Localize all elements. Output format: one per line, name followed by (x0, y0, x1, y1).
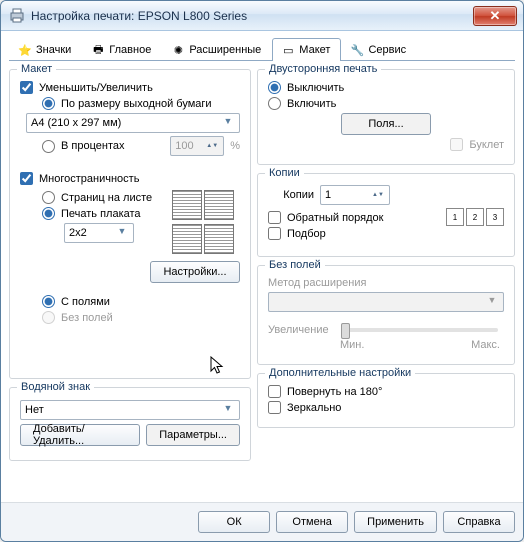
watermark-params-button: Параметры... (146, 424, 240, 446)
group-copies-legend: Копии (265, 167, 304, 179)
cancel-button[interactable]: Отмена (276, 511, 348, 533)
duplex-off-label: Выключить (287, 82, 344, 94)
enlargement-label: Увеличение (268, 324, 329, 336)
collate-checkbox[interactable] (268, 227, 281, 240)
expansion-method-select: ▼ (268, 292, 504, 312)
poster-radio[interactable] (42, 207, 55, 220)
enlargement-slider (341, 328, 498, 332)
pages-per-sheet-radio[interactable] (42, 191, 55, 204)
group-more: Дополнительные настройки Повернуть на 18… (257, 373, 515, 428)
reduce-enlarge-label: Уменьшить/Увеличить (39, 82, 153, 94)
by-output-label: По размеру выходной бумаги (61, 98, 212, 110)
duplex-on-label: Включить (287, 98, 336, 110)
spinner-arrows-icon: ▲▼ (371, 192, 385, 198)
max-label: Макс. (471, 339, 500, 351)
by-percent-label: В процентах (61, 140, 125, 152)
duplex-margins-button: Поля... (341, 113, 431, 135)
paper-size-select[interactable]: A4 (210 x 297 мм)▼ (26, 113, 240, 133)
pages-per-sheet-label: Страниц на листе (61, 192, 152, 204)
group-more-legend: Дополнительные настройки (265, 367, 415, 379)
without-margins-radio (42, 311, 55, 324)
rotate-180-label: Повернуть на 180° (287, 386, 382, 398)
poster-preview (170, 188, 240, 258)
percent-suffix: % (230, 140, 240, 152)
multipage-label: Многостраничность (39, 173, 139, 185)
group-duplex: Двусторонняя печать Выключить Включить П… (257, 69, 515, 165)
watermark-select[interactable]: Нет▼ (20, 400, 240, 420)
tab-service[interactable]: 🔧Сервис (341, 38, 417, 61)
help-button[interactable]: Справка (443, 511, 515, 533)
window-title: Настройка печати: EPSON L800 Series (31, 9, 473, 23)
tab-bar: ⭐Значки 🖶Главное ✺Расширенные ▭Макет 🔧Се… (9, 37, 515, 61)
poster-size-select[interactable]: 2x2▼ (64, 223, 134, 243)
page-icon: 3 (486, 208, 504, 226)
print-preferences-window: Настройка печати: EPSON L800 Series ✕ ⭐З… (0, 0, 524, 542)
group-watermark: Водяной знак Нет▼ Добавить/Удалить... Па… (9, 387, 251, 461)
reverse-order-label: Обратный порядок (287, 212, 383, 224)
group-copies: Копии Копии 1▲▼ Обратный порядок Подбор … (257, 173, 515, 257)
group-borderless: Без полей Метод расширения ▼ Увеличение … (257, 265, 515, 365)
booklet-label: Буклет (469, 139, 504, 151)
dialog-footer: ОК Отмена Применить Справка (1, 502, 523, 541)
multipage-checkbox[interactable] (20, 172, 33, 185)
tab-advanced[interactable]: ✺Расширенные (162, 38, 272, 61)
collate-preview: 1 2 3 (446, 208, 504, 226)
group-layout-legend: Макет (17, 63, 56, 75)
group-duplex-legend: Двусторонняя печать (265, 63, 381, 75)
tab-main[interactable]: 🖶Главное (82, 38, 162, 61)
min-label: Мин. (340, 339, 364, 351)
spinner-arrows-icon: ▲▼ (205, 143, 219, 149)
with-margins-label: С полями (61, 296, 110, 308)
copies-spinner[interactable]: 1▲▼ (320, 185, 390, 205)
without-margins-label: Без полей (61, 312, 113, 324)
page-icon: 2 (466, 208, 484, 226)
printer-icon (9, 8, 25, 24)
percent-spinner: 100▲▼ (170, 136, 224, 156)
tab-layout[interactable]: ▭Макет (272, 38, 341, 61)
gear-icon: ✺ (171, 43, 185, 57)
rotate-180-checkbox[interactable] (268, 385, 281, 398)
printer-icon: 🖶 (91, 43, 105, 57)
mirror-checkbox[interactable] (268, 401, 281, 414)
chevron-down-icon: ▼ (115, 226, 129, 240)
mirror-label: Зеркально (287, 402, 341, 414)
group-watermark-legend: Водяной знак (17, 381, 94, 393)
duplex-off-radio[interactable] (268, 81, 281, 94)
page-icon: 1 (446, 208, 464, 226)
group-layout: Макет Уменьшить/Увеличить По размеру вых… (9, 69, 251, 379)
apply-button[interactable]: Применить (354, 511, 437, 533)
by-percent-radio[interactable] (42, 140, 55, 153)
ok-button[interactable]: ОК (198, 511, 270, 533)
layout-icon: ▭ (281, 43, 295, 57)
group-borderless-legend: Без полей (265, 259, 325, 271)
chevron-down-icon: ▼ (221, 403, 235, 417)
close-button[interactable]: ✕ (473, 6, 517, 26)
layout-settings-button[interactable]: Настройки... (150, 261, 240, 283)
booklet-checkbox (450, 138, 463, 151)
reduce-enlarge-checkbox[interactable] (20, 81, 33, 94)
duplex-on-radio[interactable] (268, 97, 281, 110)
poster-label: Печать плаката (61, 208, 141, 220)
chevron-down-icon: ▼ (221, 116, 235, 130)
by-output-radio[interactable] (42, 97, 55, 110)
wrench-icon: 🔧 (350, 43, 364, 57)
with-margins-radio[interactable] (42, 295, 55, 308)
titlebar[interactable]: Настройка печати: EPSON L800 Series ✕ (1, 1, 523, 31)
reverse-order-checkbox[interactable] (268, 211, 281, 224)
expansion-method-label: Метод расширения (268, 277, 366, 289)
copies-label: Копии (268, 189, 314, 201)
tab-icons[interactable]: ⭐Значки (9, 38, 82, 61)
star-icon: ⭐ (18, 43, 32, 57)
chevron-down-icon: ▼ (485, 295, 499, 309)
add-remove-watermark-button[interactable]: Добавить/Удалить... (20, 424, 140, 446)
collate-label: Подбор (287, 228, 326, 240)
